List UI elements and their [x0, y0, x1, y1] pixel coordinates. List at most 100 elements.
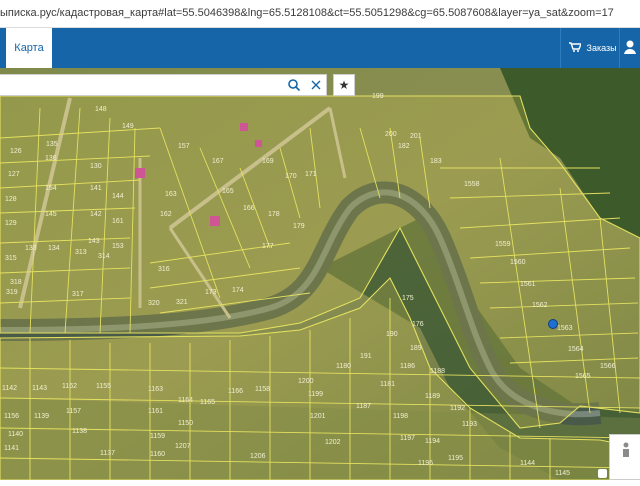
parcel-label: 319 — [6, 289, 18, 296]
parcel-label: 136 — [45, 155, 57, 162]
parcel-label: 153 — [112, 243, 124, 250]
parcel-label: 176 — [412, 321, 424, 328]
parcel-label: 1561 — [520, 281, 536, 288]
parcel-label: 191 — [360, 353, 372, 360]
parcel-label: 315 — [5, 255, 17, 262]
user-button[interactable] — [619, 28, 640, 68]
parcel-label: 1141 — [4, 445, 19, 452]
parcel-label: 145 — [45, 211, 57, 218]
parcel-label: 200 — [385, 131, 397, 138]
parcel-label: 1188 — [430, 368, 445, 375]
parcel-label: 1566 — [600, 363, 616, 370]
parcel-label: 1155 — [96, 383, 111, 390]
parcel-label: 1139 — [34, 413, 49, 420]
parcel-label: 161 — [112, 218, 124, 225]
cart-icon — [569, 42, 581, 52]
parcel-label: 317 — [72, 291, 84, 298]
parcel-label: 129 — [5, 220, 17, 227]
parcel-label: 1194 — [425, 438, 440, 445]
parcel-label: 163 — [165, 191, 177, 198]
parcel-label: 127 — [8, 171, 20, 178]
parcel-label: 1161 — [148, 408, 163, 415]
parcel-label: 1196 — [418, 460, 433, 467]
parcel-label: 1159 — [150, 433, 165, 440]
parcel-label: 133 — [25, 245, 37, 252]
parcel-label: 1144 — [520, 460, 535, 467]
parcel-label: 1200 — [298, 378, 314, 385]
person-icon[interactable] — [610, 435, 640, 481]
parcel-label: 1202 — [325, 439, 341, 446]
parcel-label: 173 — [205, 289, 217, 296]
parcel-label: 165 — [222, 188, 234, 195]
parcel-label: 162 — [160, 211, 172, 218]
parcel-label: 177 — [262, 243, 274, 250]
site-header: Карта Заказы — [0, 28, 640, 68]
parcel-label: 126 — [10, 148, 22, 155]
parcel-label: 167 — [212, 158, 224, 165]
parcel-label: 1207 — [175, 443, 191, 450]
parcel-label: 183 — [430, 158, 442, 165]
parcel-label: 1142 — [2, 385, 17, 392]
parcel-label: 134 — [48, 245, 60, 252]
parcel-label: 1165 — [200, 399, 215, 406]
parcel-label: 1160 — [150, 451, 165, 458]
parcel-label: 1198 — [393, 413, 408, 420]
parcel-label: 318 — [10, 279, 22, 286]
search-icon[interactable] — [287, 78, 301, 92]
parcel-label: 175 — [402, 295, 414, 302]
parcel-label: 1137 — [100, 450, 115, 457]
parcel-label: 1156 — [4, 413, 19, 420]
parcel-label: 1158 — [255, 386, 270, 393]
parcel-label: 144 — [112, 193, 124, 200]
parcel-label: 174 — [232, 287, 244, 294]
orders-button[interactable]: Заказы — [560, 28, 618, 68]
cadastral-map[interactable]: 199 200 201 182 183 1558 1559 1560 1561 … — [0, 68, 640, 480]
parcel-label: 1199 — [308, 391, 323, 398]
parcel-label: 166 — [243, 205, 255, 212]
search-input[interactable] — [0, 75, 280, 95]
parcel-label: 1189 — [425, 393, 440, 400]
map-canvas[interactable]: 199 200 201 182 183 1558 1559 1560 1561 … — [0, 68, 640, 480]
parcel-label: 157 — [178, 143, 190, 150]
map-controls[interactable] — [609, 434, 640, 480]
parcel-label: 1562 — [532, 302, 548, 309]
parcel-label: 130 — [90, 163, 102, 170]
browser-address-bar[interactable]: ыписка.рус/кадастровая_карта#lat=55.5046… — [0, 0, 640, 28]
parcel-label: 1187 — [356, 403, 371, 410]
parcel-label: 1193 — [462, 421, 477, 428]
parcel-label: 142 — [90, 211, 102, 218]
parcel-label: 179 — [293, 223, 305, 230]
parcel-label: 1558 — [464, 181, 480, 188]
parcel-label: 1157 — [66, 408, 81, 415]
parcel-label: 1181 — [380, 381, 395, 388]
parcel-label: 1197 — [400, 435, 415, 442]
parcel-label: 1565 — [575, 373, 591, 380]
parcel-label: 1564 — [568, 346, 584, 353]
close-icon[interactable] — [309, 78, 323, 92]
tab-map[interactable]: Карта — [6, 28, 52, 68]
favorite-button[interactable]: ★ — [333, 74, 355, 96]
location-marker[interactable] — [548, 319, 558, 329]
parcel-label: 1186 — [400, 363, 415, 370]
parcel-label: 135 — [46, 141, 58, 148]
parcel-label: 1140 — [8, 431, 23, 438]
parcel-label: 143 — [88, 238, 100, 245]
parcel-label: 182 — [398, 143, 410, 150]
parcel-label: 1192 — [450, 405, 465, 412]
parcel-label: 314 — [98, 253, 110, 260]
url-text[interactable]: ыписка.рус/кадастровая_карта#lat=55.5046… — [0, 7, 614, 19]
parcel-label: 1180 — [336, 363, 351, 370]
parcel-label: 1206 — [250, 453, 266, 460]
parcel-label: 1145 — [555, 470, 570, 477]
parcel-label: 313 — [75, 249, 87, 256]
parcel-label: 1164 — [178, 397, 193, 404]
parcel-label: 320 — [148, 300, 160, 307]
parcel-label: 1150 — [178, 420, 193, 427]
parcel-label: 1560 — [510, 259, 526, 266]
parcel-label: 128 — [5, 196, 17, 203]
parcel-label: 154 — [45, 185, 57, 192]
parcel-label: 171 — [305, 171, 317, 178]
parcel-label: 321 — [176, 299, 188, 306]
parcel-label: 1563 — [557, 325, 573, 332]
parcel-label: 170 — [285, 173, 297, 180]
